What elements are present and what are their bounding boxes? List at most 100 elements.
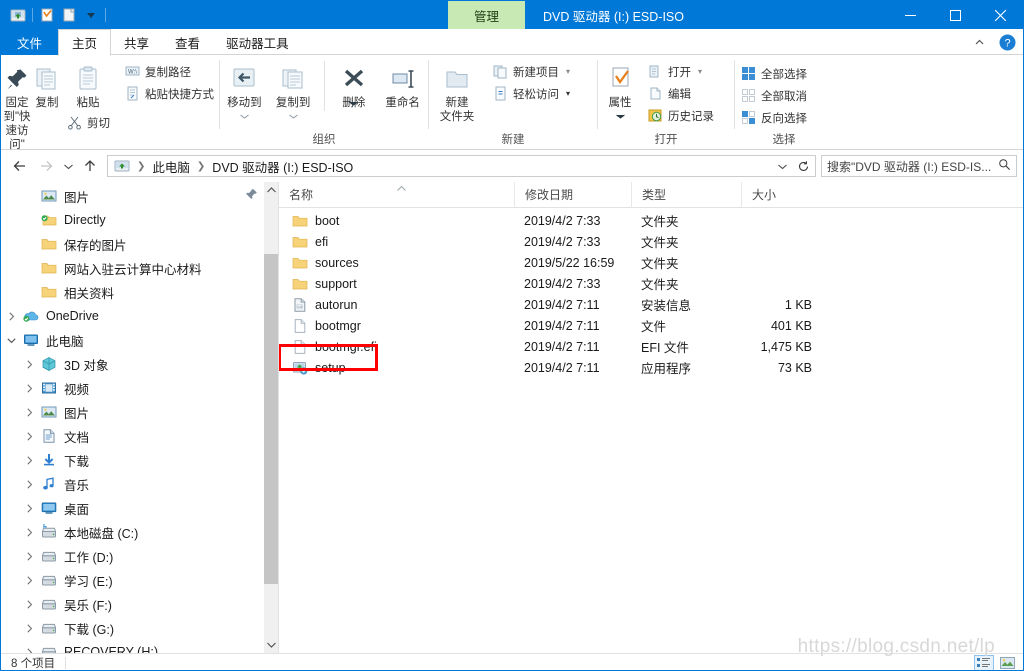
- new-item-button[interactable]: 新建项目 ▾: [487, 61, 575, 82]
- recent-locations-icon[interactable]: [59, 153, 77, 179]
- column-header-type[interactable]: 类型: [631, 182, 741, 208]
- sidebar-item[interactable]: 工作 (D:): [1, 544, 278, 568]
- tree-chevron-icon[interactable]: [19, 352, 39, 376]
- sidebar-item[interactable]: Directly: [1, 208, 278, 232]
- tab-share[interactable]: 共享: [111, 29, 162, 55]
- search-input[interactable]: 搜索"DVD 驱动器 (I:) ESD-IS...: [821, 155, 1017, 177]
- tab-file[interactable]: 文件: [1, 29, 59, 55]
- sidebar-item[interactable]: 下载: [1, 448, 278, 472]
- sidebar-item[interactable]: 图片: [1, 400, 278, 424]
- select-all-button[interactable]: 全部选择: [735, 63, 812, 84]
- help-icon[interactable]: ?: [995, 30, 1019, 54]
- search-icon[interactable]: [998, 158, 1011, 174]
- move-to-chevron-down-icon[interactable]: [240, 109, 249, 123]
- easy-access-button[interactable]: 轻松访问 ▾: [487, 83, 575, 104]
- breadcrumb-item-dvd-drive[interactable]: DVD 驱动器 (I:) ESD-ISO: [210, 157, 355, 176]
- minimize-button[interactable]: [888, 1, 933, 29]
- tree-chevron-icon[interactable]: [19, 616, 39, 640]
- tab-view[interactable]: 查看: [162, 29, 213, 55]
- tree-chevron-icon[interactable]: [19, 496, 39, 520]
- collapse-ribbon-icon[interactable]: [967, 30, 991, 54]
- copy-to-chevron-down-icon[interactable]: [288, 109, 298, 123]
- table-row[interactable]: setup 2019/4/2 7:11 应用程序 73 KB: [279, 357, 1023, 378]
- large-icons-view-button[interactable]: [997, 655, 1017, 671]
- qat-new-folder-icon[interactable]: [58, 4, 80, 26]
- paste-shortcut-button[interactable]: 粘贴快捷方式: [119, 83, 219, 104]
- copy-to-button[interactable]: 复制到: [269, 59, 318, 123]
- edit-button[interactable]: 编辑: [642, 83, 719, 104]
- details-view-button[interactable]: [974, 654, 994, 670]
- sidebar-item[interactable]: 此电脑: [1, 328, 278, 352]
- breadcrumb-item-this-pc[interactable]: 此电脑: [150, 157, 192, 176]
- open-button[interactable]: 打开 ▾: [642, 61, 719, 82]
- cut-button[interactable]: 剪切: [61, 112, 115, 133]
- table-row[interactable]: boot 2019/4/2 7:33 文件夹: [279, 210, 1023, 231]
- new-folder-button[interactable]: 新建 文件夹: [429, 59, 485, 124]
- tree-chevron-icon[interactable]: [19, 208, 39, 232]
- table-row[interactable]: bootmgr.efi 2019/4/2 7:11 EFI 文件 1,475 KB: [279, 336, 1023, 357]
- sidebar-item[interactable]: RECOVERY (H:): [1, 640, 278, 653]
- sidebar-item[interactable]: 音乐: [1, 472, 278, 496]
- tree-chevron-icon[interactable]: [19, 568, 39, 592]
- sidebar-item[interactable]: 相关资料: [1, 280, 278, 304]
- properties-chevron-down-icon[interactable]: [615, 109, 625, 123]
- tree-chevron-icon[interactable]: [19, 592, 39, 616]
- properties-button[interactable]: 属性: [598, 59, 642, 123]
- tree-chevron-icon[interactable]: [19, 376, 39, 400]
- select-none-button[interactable]: 全部取消: [735, 85, 812, 106]
- tree-chevron-icon[interactable]: [19, 544, 39, 568]
- nav-scroll-up-icon[interactable]: [264, 182, 278, 198]
- tab-home[interactable]: 主页: [58, 29, 112, 56]
- delete-button[interactable]: 删除: [330, 59, 377, 110]
- back-icon[interactable]: [7, 153, 33, 179]
- sidebar-item[interactable]: 网站入驻云计算中心材料: [1, 256, 278, 280]
- easy-access-chevron-down-icon[interactable]: ▾: [566, 89, 570, 98]
- breadcrumb-bar[interactable]: ❯ 此电脑 ❯ DVD 驱动器 (I:) ESD-ISO: [107, 155, 816, 177]
- rename-button[interactable]: 重命名: [377, 59, 428, 110]
- column-header-size[interactable]: 大小: [741, 182, 826, 208]
- sidebar-item[interactable]: 文档: [1, 424, 278, 448]
- sidebar-item[interactable]: 桌面: [1, 496, 278, 520]
- close-button[interactable]: [978, 1, 1023, 29]
- table-row[interactable]: support 2019/4/2 7:33 文件夹: [279, 273, 1023, 294]
- sidebar-item[interactable]: 下载 (G:): [1, 616, 278, 640]
- sidebar-item[interactable]: OneDrive: [1, 304, 278, 328]
- qat-customize-icon[interactable]: [80, 4, 102, 26]
- qat-dvd-drive-icon[interactable]: [7, 4, 29, 26]
- tree-chevron-icon[interactable]: [19, 232, 39, 256]
- sidebar-item[interactable]: 本地磁盘 (C:): [1, 520, 278, 544]
- tab-drive-tools[interactable]: 驱动器工具: [213, 29, 302, 55]
- sidebar-item[interactable]: 吴乐 (F:): [1, 592, 278, 616]
- sidebar-item[interactable]: 视频: [1, 376, 278, 400]
- tree-chevron-icon[interactable]: [19, 184, 39, 208]
- navigation-scrollbar[interactable]: [264, 182, 278, 653]
- table-row[interactable]: sources 2019/5/22 16:59 文件夹: [279, 252, 1023, 273]
- history-button[interactable]: 历史记录: [642, 105, 719, 126]
- pin-to-quick-access-button[interactable]: 固定到"快 速访问": [1, 59, 33, 152]
- table-row[interactable]: efi 2019/4/2 7:33 文件夹: [279, 231, 1023, 252]
- table-row[interactable]: bootmgr 2019/4/2 7:11 文件 401 KB: [279, 315, 1023, 336]
- sidebar-item[interactable]: 图片: [1, 184, 278, 208]
- up-icon[interactable]: [77, 153, 103, 179]
- tree-chevron-icon[interactable]: [19, 256, 39, 280]
- breadcrumb-separator-1[interactable]: ❯: [132, 161, 150, 172]
- tree-chevron-icon[interactable]: [19, 640, 39, 653]
- open-chevron-down-icon[interactable]: ▾: [698, 67, 702, 76]
- copy-path-button[interactable]: W:\ 复制路径: [119, 61, 219, 82]
- tree-chevron-icon[interactable]: [19, 280, 39, 304]
- column-header-name[interactable]: 名称: [279, 182, 514, 208]
- qat-properties-icon[interactable]: [36, 4, 58, 26]
- invert-selection-button[interactable]: 反向选择: [735, 107, 812, 128]
- paste-button[interactable]: 粘贴: [64, 59, 112, 110]
- tree-chevron-icon[interactable]: [1, 328, 21, 352]
- tree-chevron-icon[interactable]: [19, 448, 39, 472]
- sidebar-item[interactable]: 保存的图片: [1, 232, 278, 256]
- new-item-chevron-down-icon[interactable]: ▾: [566, 67, 570, 76]
- tree-chevron-icon[interactable]: [19, 472, 39, 496]
- nav-scroll-down-icon[interactable]: [264, 637, 278, 653]
- move-to-button[interactable]: 移动到: [220, 59, 269, 123]
- column-header-date[interactable]: 修改日期: [514, 182, 631, 208]
- nav-scroll-thumb[interactable]: [264, 254, 278, 584]
- maximize-button[interactable]: [933, 1, 978, 29]
- sidebar-item[interactable]: 学习 (E:): [1, 568, 278, 592]
